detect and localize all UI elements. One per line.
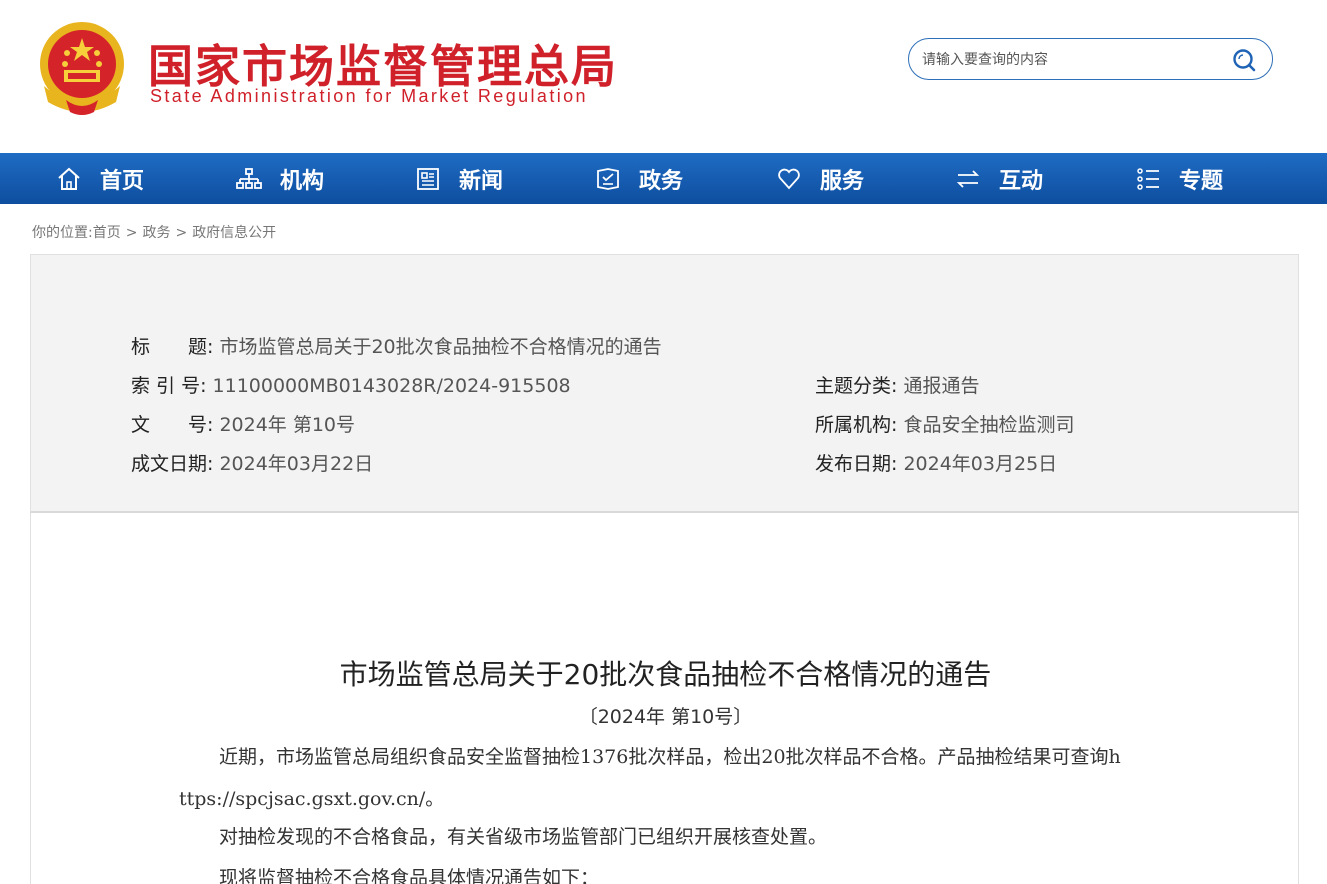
nav-item-organization[interactable]: 机构 [236, 153, 324, 204]
search-box [908, 38, 1273, 80]
info-published-value: 2024年03月25日 [903, 453, 1058, 475]
nav-label-news: 新闻 [459, 168, 504, 194]
nav-label-organization: 机构 [280, 168, 325, 194]
nav-label-gov-affairs: 政务 [639, 168, 684, 194]
search-input[interactable] [922, 49, 1212, 71]
info-agency-value: 食品安全抽检监测司 [903, 414, 1075, 436]
breadcrumb-public-info[interactable]: 政府信息公开 [192, 225, 276, 241]
nav-item-interaction[interactable]: 互动 [955, 153, 1043, 204]
info-docnum-row: 文 号: 2024年 第10号 [131, 410, 355, 437]
article-paragraph-continuation: ttps://spcjsac.gsxt.gov.cn/。 [179, 788, 445, 810]
info-title-row: 标 题: 市场监管总局关于20批次食品抽检不合格情况的通告 [131, 332, 662, 359]
main-nav: 首页 机构 新闻 政务 服务 互动 专题 [0, 153, 1327, 204]
breadcrumb: 你的位置:首页 > 政务 > 政府信息公开 [32, 222, 276, 242]
heart-icon [778, 168, 800, 189]
article-paragraph: 现将监督抽检不合格食品具体情况通告如下： [219, 867, 600, 884]
info-index-value: 11100000MB0143028R/2024-915508 [212, 375, 571, 397]
info-docnum-value: 2024年 第10号 [219, 414, 356, 436]
article-paragraph: 近期，市场监管总局组织食品安全监督抽检1376批次样品，检出20批次样品不合格。… [219, 746, 1121, 768]
national-emblem-logo[interactable] [36, 20, 128, 116]
info-title-key: 标 题: [131, 336, 214, 358]
news-icon [417, 167, 439, 190]
article-body: 市场监管总局关于20批次食品抽检不合格情况的通告 〔2024年 第10号〕 近期… [30, 513, 1299, 884]
article-title: 市场监管总局关于20批次食品抽检不合格情况的通告 [339, 658, 992, 691]
breadcrumb-separator: > [175, 225, 188, 241]
breadcrumb-gov-affairs[interactable]: 政务 [142, 225, 170, 241]
info-agency-key: 所属机构: [815, 414, 898, 436]
info-created-key: 成文日期: [131, 453, 214, 475]
nav-label-home: 首页 [100, 168, 145, 194]
nav-item-gov-affairs[interactable]: 政务 [595, 153, 683, 204]
nav-item-services[interactable]: 服务 [776, 153, 864, 204]
info-category-value: 通报通告 [903, 375, 980, 397]
topic-list-icon [1137, 167, 1159, 190]
info-published-row: 发布日期: 2024年03月25日 [815, 449, 1057, 476]
info-index-key: 索 引 号: [131, 375, 207, 397]
info-agency-row: 所属机构: 食品安全抽检监测司 [815, 410, 1074, 437]
info-docnum-key: 文 号: [131, 414, 214, 436]
nav-item-topics[interactable]: 专题 [1135, 153, 1223, 204]
info-category-row: 主题分类: 通报通告 [815, 371, 979, 398]
info-index-row: 索 引 号: 11100000MB0143028R/2024-915508 [131, 371, 571, 398]
nav-label-interaction: 互动 [999, 168, 1044, 194]
site-header: 国家市场监督管理总局 State Administration for Mark… [0, 0, 1327, 153]
nav-item-home[interactable]: 首页 [56, 153, 144, 204]
nav-label-topics: 专题 [1179, 168, 1224, 194]
info-created-value: 2024年03月22日 [219, 453, 374, 475]
info-title-value: 市场监管总局关于20批次食品抽检不合格情况的通告 [219, 336, 662, 358]
breadcrumb-home[interactable]: 首页 [93, 225, 121, 241]
exchange-icon [956, 169, 980, 188]
home-icon [58, 167, 80, 190]
breadcrumb-separator: > [125, 225, 138, 241]
info-published-key: 发布日期: [815, 453, 898, 475]
article-doc-number: 〔2024年 第10号〕 [578, 706, 753, 728]
info-category-key: 主题分类: [815, 375, 898, 397]
document-info-panel: 标 题: 市场监管总局关于20批次食品抽检不合格情况的通告 索 引 号: 111… [30, 254, 1299, 513]
info-created-row: 成文日期: 2024年03月22日 [131, 449, 373, 476]
article-paragraph: 对抽检发现的不合格食品，有关省级市场监管部门已组织开展核查处置。 [219, 826, 828, 848]
site-subtitle-en: State Administration for Market Regulati… [150, 86, 588, 106]
org-chart-icon [236, 167, 262, 189]
nav-label-services: 服务 [820, 168, 865, 194]
breadcrumb-prefix: 你的位置: [32, 225, 93, 241]
search-icon[interactable] [1231, 47, 1257, 73]
gov-affairs-icon [597, 167, 619, 190]
nav-item-news[interactable]: 新闻 [415, 153, 503, 204]
